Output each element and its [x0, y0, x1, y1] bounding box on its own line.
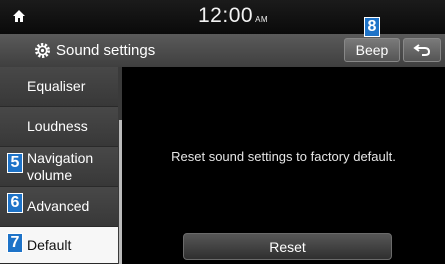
- beep-button[interactable]: Beep: [344, 38, 400, 62]
- sidebar-item-label: Default: [27, 236, 72, 253]
- sidebar-item-label: Navigation volume: [27, 149, 94, 183]
- home-button[interactable]: [6, 4, 32, 28]
- callout-badge-advanced: 6: [7, 193, 23, 213]
- back-button[interactable]: [403, 38, 441, 62]
- reset-button[interactable]: Reset: [183, 233, 392, 260]
- reset-message: Reset sound settings to factory default.: [171, 149, 396, 164]
- clock-ampm: AM: [255, 15, 269, 24]
- sidebar-item-label: Loudness: [27, 118, 88, 134]
- callout-badge-beep: 8: [364, 17, 380, 37]
- home-icon: [13, 10, 25, 22]
- callout-badge-default: 7: [7, 233, 23, 253]
- sidebar-item-loudness[interactable]: Loudness: [0, 107, 118, 147]
- callout-badge-navigation: 5: [7, 153, 23, 173]
- screen: 12:00 AM Sound settings Beep Equaliser Lo…: [0, 0, 445, 264]
- sidebar-item-label: Advanced: [27, 198, 90, 214]
- back-arrow-icon: [413, 44, 431, 56]
- clock-time: 12:00: [198, 4, 254, 27]
- clock: 12:00 AM: [198, 4, 268, 28]
- page-title: Sound settings: [56, 42, 156, 59]
- sidebar-item-label: Equaliser: [27, 78, 86, 94]
- gear-icon: [35, 43, 50, 58]
- sidebar-item-equaliser[interactable]: Equaliser: [0, 67, 118, 107]
- main-content: Reset sound settings to factory default.…: [122, 67, 445, 264]
